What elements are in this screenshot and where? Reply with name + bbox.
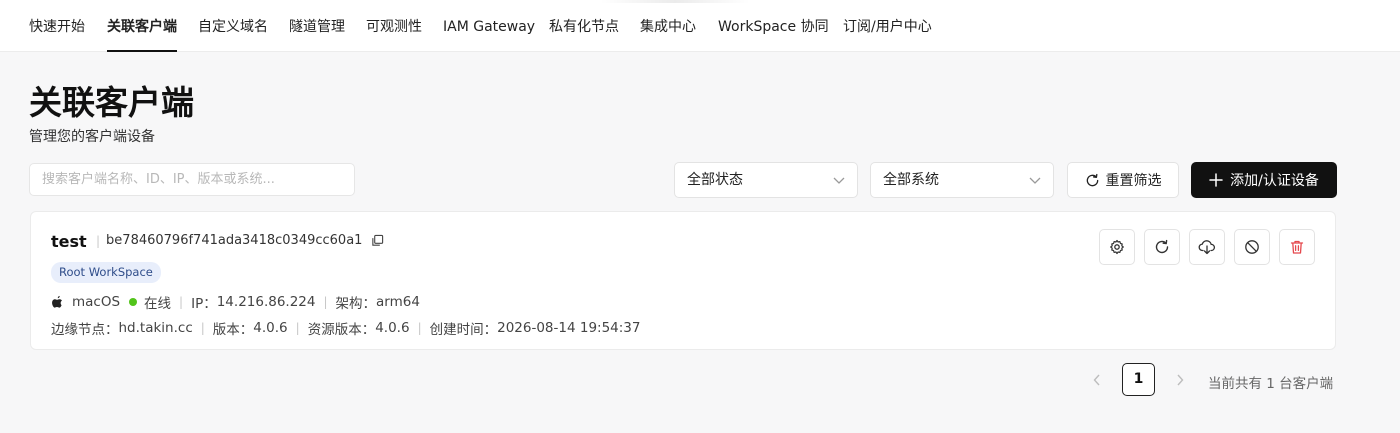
edge-label: 边缘节点：: [51, 322, 119, 338]
page-title: 关联客户端: [29, 83, 194, 122]
top-navigation: 快速开始 关联客户端 自定义域名 隧道管理 可观测性 IAM Gateway 私…: [0, 0, 1400, 52]
workspace-badge: Root WorkSpace: [51, 262, 161, 283]
device-version: 4.0.6: [253, 320, 288, 336]
page-subtitle: 管理您的客户端设备: [29, 129, 155, 145]
tab-subscription-user-center[interactable]: 订阅/用户中心: [843, 0, 932, 52]
device-ip: 14.216.86.224: [216, 294, 316, 310]
divider: |: [295, 321, 300, 335]
device-resource-version: 4.0.6: [375, 320, 410, 336]
device-meta-row: 边缘节点： hd.takin.cc | 版本： 4.0.6 | 资源版本： 4.…: [51, 318, 641, 338]
tab-workspace-collab[interactable]: WorkSpace 协同: [718, 0, 829, 52]
tab-observability[interactable]: 可观测性: [366, 0, 422, 52]
chevron-down-icon: [1029, 177, 1041, 184]
system-select[interactable]: 全部系统: [870, 162, 1054, 198]
device-id-row: | be78460796f741ada3418c0349cc60a1: [90, 233, 384, 248]
delete-button[interactable]: [1279, 229, 1315, 265]
pagination-total: 当前共有 1 台客户端: [1208, 376, 1334, 392]
device-id: be78460796f741ada3418c0349cc60a1: [106, 233, 363, 248]
divider: |: [179, 295, 184, 309]
copy-icon[interactable]: [371, 234, 384, 247]
refresh-icon: [1155, 239, 1169, 254]
divider: |: [417, 321, 422, 335]
status-select[interactable]: 全部状态: [674, 162, 858, 198]
online-status-dot: [129, 298, 138, 306]
status-select-value: 全部状态: [687, 172, 743, 188]
device-edge-node: hd.takin.cc: [118, 320, 193, 336]
res-version-label: 资源版本：: [307, 322, 376, 338]
refresh-icon: [1086, 173, 1098, 186]
tab-quick-start[interactable]: 快速开始: [29, 0, 85, 52]
settings-button[interactable]: [1099, 229, 1135, 265]
reset-filters-button[interactable]: 重置筛选: [1067, 162, 1179, 198]
device-card: test | be78460796f741ada3418c0349cc60a1 …: [30, 211, 1336, 350]
download-cloud-icon: [1198, 240, 1216, 255]
divider: |: [96, 233, 101, 248]
tab-iam-gateway[interactable]: IAM Gateway: [443, 0, 535, 52]
restart-button[interactable]: [1144, 229, 1180, 265]
tab-linked-clients[interactable]: 关联客户端: [107, 0, 177, 52]
tab-integration-center[interactable]: 集成中心: [640, 0, 696, 52]
device-info-row: macOS 在线 | IP： 14.216.86.224 | 架构： arm64: [51, 292, 420, 312]
trash-icon: [1290, 240, 1304, 254]
created-label: 创建时间：: [429, 322, 498, 338]
tab-tunnel-management[interactable]: 隧道管理: [289, 0, 345, 52]
divider: |: [200, 321, 205, 335]
add-device-label: 添加/认证设备: [1230, 173, 1319, 189]
device-created-time: 2026-08-14 19:54:37: [497, 320, 641, 336]
device-status: 在线: [144, 296, 172, 312]
page-number-current[interactable]: 1: [1122, 363, 1155, 396]
arch-label: 架构：: [335, 296, 377, 312]
system-select-value: 全部系统: [883, 172, 939, 188]
disable-button[interactable]: [1234, 229, 1270, 265]
device-arch: arm64: [376, 294, 420, 310]
device-os: macOS: [72, 294, 121, 310]
previous-page-icon[interactable]: [1091, 371, 1103, 389]
plus-icon: [1209, 173, 1223, 187]
version-label: 版本：: [212, 322, 254, 338]
ip-label: IP：: [191, 296, 217, 312]
ban-icon: [1245, 240, 1259, 254]
download-config-button[interactable]: [1189, 229, 1225, 265]
chevron-down-icon: [833, 177, 845, 184]
next-page-icon[interactable]: [1174, 371, 1186, 389]
apple-icon: [52, 295, 62, 308]
device-name: test: [51, 232, 87, 251]
reset-filters-label: 重置筛选: [1105, 173, 1162, 189]
tab-private-nodes[interactable]: 私有化节点: [549, 0, 619, 52]
tab-custom-domain[interactable]: 自定义域名: [198, 0, 268, 52]
divider: |: [323, 295, 328, 309]
add-device-button[interactable]: 添加/认证设备: [1191, 162, 1337, 198]
search-input[interactable]: [29, 163, 355, 196]
gear-icon: [1110, 239, 1124, 255]
